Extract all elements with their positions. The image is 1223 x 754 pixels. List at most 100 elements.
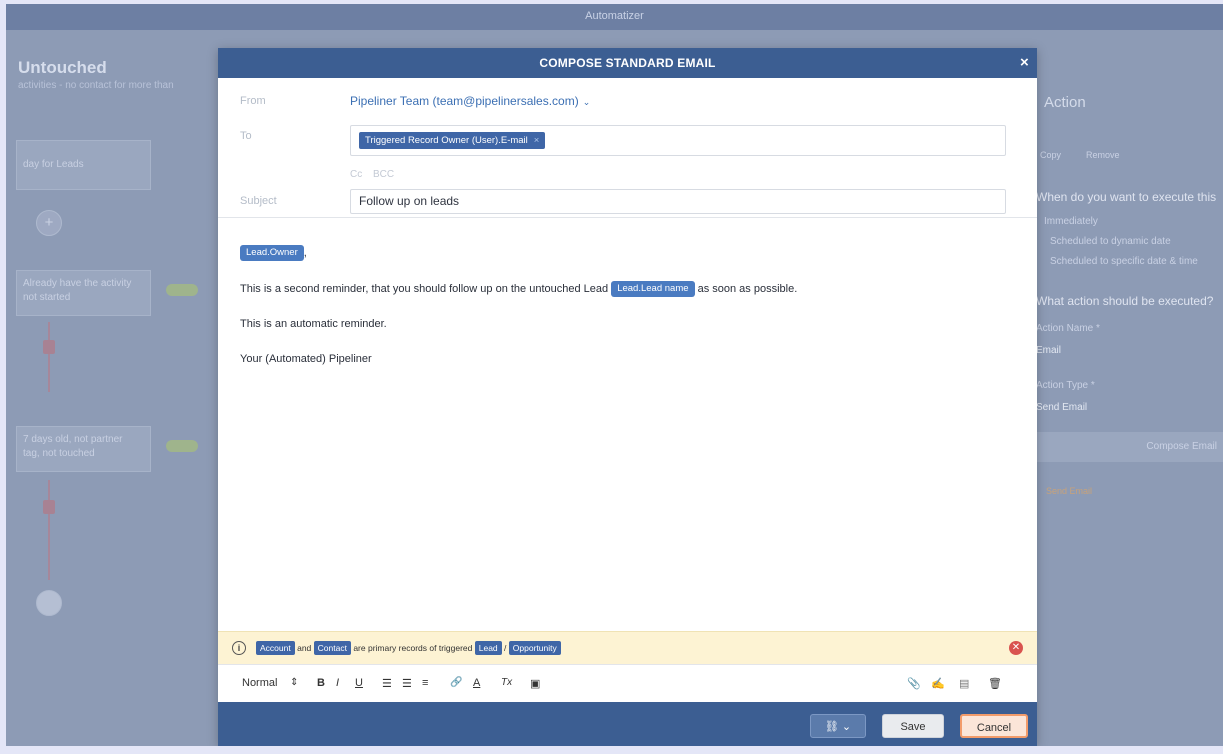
ordered-list-icon[interactable]: ☰: [382, 677, 392, 690]
cc-bcc-links: Cc BCC: [350, 169, 402, 180]
app-topbar: Automatizer: [6, 4, 1223, 30]
close-icon[interactable]: ×: [1020, 48, 1029, 78]
bg-opt2: Scheduled to dynamic date: [1050, 236, 1171, 247]
chevron-down-icon-footer: ⌄: [841, 721, 852, 733]
greeting-line: Lead.Owner,: [240, 245, 307, 261]
dialog-footer: ⛓ ⌄ Save Cancel: [218, 702, 1037, 746]
close-banner-icon[interactable]: ✕: [1009, 641, 1023, 655]
image-icon[interactable]: ▣: [530, 677, 540, 690]
bg-condition2-line1: 7 days old, not partner: [23, 434, 123, 445]
bg-compose-label: Compose Email: [1146, 441, 1217, 452]
format-select[interactable]: Normal: [242, 677, 277, 689]
bg-action-name-val: Email: [1036, 345, 1062, 356]
bg-compose-button: Compose Email: [1036, 432, 1223, 462]
background-workflow-panel: Untouched activities - no contact for mo…: [6, 30, 218, 746]
bg-connector-2: [48, 480, 50, 580]
lead-chip: Lead: [474, 641, 502, 655]
bg-remove: Remove: [1086, 150, 1120, 160]
bg-warning: Send Email: [1046, 486, 1093, 496]
greeting-punct: ,: [303, 246, 307, 259]
bg-opt3: Scheduled to specific date & time: [1050, 256, 1198, 267]
bg-when: When do you want to execute this: [1036, 190, 1217, 204]
screen-frame: Automatizer Untouched activities - no co…: [0, 0, 1223, 754]
from-value: Pipeliner Team (team@pipelinersales.com): [350, 94, 579, 108]
bg-condition-box: Already have the activity not started: [16, 270, 151, 316]
info-slash: /: [504, 643, 507, 653]
bg-yes-pill: [166, 284, 198, 296]
lead-name-chip[interactable]: Lead.Lead name: [611, 281, 695, 297]
save-button[interactable]: Save: [882, 714, 944, 738]
bg-condition2-line2: tag, not touched: [23, 448, 95, 459]
to-field[interactable]: Triggered Record Owner (User).E-mail ×: [350, 125, 1006, 156]
bg-condition-line1: Already have the activity: [23, 278, 132, 289]
underline-button[interactable]: U: [355, 677, 363, 689]
bg-end-icon: [36, 590, 62, 616]
bcc-link[interactable]: BCC: [373, 169, 394, 180]
bg-what: What action should be executed?: [1036, 294, 1214, 308]
link-chain-icon: ⛓: [824, 721, 839, 733]
recipient-label: Triggered Record Owner (User).E-mail: [365, 135, 528, 146]
bg-trigger-label: day for Leads: [23, 159, 84, 170]
bg-action-type-label: Action Type *: [1036, 380, 1095, 391]
bg-condition-line2: not started: [23, 292, 71, 303]
attach-icon[interactable]: 📎: [907, 677, 921, 690]
trash-icon[interactable]: 🗑: [988, 677, 1002, 690]
link-icon[interactable]: 🔗: [450, 677, 462, 688]
body-line-1: This is a second reminder, that you shou…: [240, 281, 797, 297]
to-label: To: [240, 130, 252, 142]
insert-link-menu-button[interactable]: ⛓ ⌄: [810, 714, 866, 738]
bg-yes-pill-2: [166, 440, 198, 452]
align-icon[interactable]: ≡: [422, 677, 428, 689]
signature-icon[interactable]: ✍: [931, 677, 945, 690]
template-icon[interactable]: ▤: [959, 677, 969, 690]
clear-format-icon[interactable]: Tx: [501, 677, 512, 688]
bg-page-subtitle: activities - no contact for more than: [18, 80, 174, 91]
bg-connector: [48, 322, 50, 392]
format-toolbar: Normal ⇕ B I U ☰ ☰ ≡ 🔗 A Tx ▣ 📎 ✍ ▤ 🗑: [218, 664, 1037, 702]
background-action-panel: Action Copy Remove When do you want to e…: [1036, 30, 1223, 746]
from-label: From: [240, 95, 266, 107]
bg-add-icon: +: [36, 210, 62, 236]
info-sentence: are primary records of triggered: [353, 643, 473, 653]
bg-action-name-label: Action Name *: [1036, 323, 1100, 334]
bg-condition-box-2: 7 days old, not partner tag, not touched: [16, 426, 151, 472]
bg-node: [43, 340, 55, 354]
app-title: Automatizer: [585, 10, 644, 22]
bg-node-2: [43, 500, 55, 514]
dialog-title: COMPOSE STANDARD EMAIL: [539, 56, 716, 70]
dialog-header: COMPOSE STANDARD EMAIL ×: [218, 48, 1037, 78]
format-arrows-icon[interactable]: ⇕: [290, 677, 298, 688]
chevron-down-icon: ⌄: [582, 97, 591, 107]
cancel-button[interactable]: Cancel: [960, 714, 1028, 738]
bold-button[interactable]: B: [317, 677, 325, 689]
bg-copy: Copy: [1040, 150, 1062, 160]
body-line-2: This is an automatic reminder.: [240, 318, 387, 330]
bg-trigger-box: day for Leads: [16, 140, 151, 190]
recipient-chip[interactable]: Triggered Record Owner (User).E-mail ×: [359, 132, 546, 149]
email-header-fields: From Pipeliner Team (team@pipelinersales…: [218, 78, 1037, 218]
bg-page-title: Untouched: [18, 58, 107, 77]
compose-email-dialog: COMPOSE STANDARD EMAIL × From Pipeliner …: [218, 48, 1037, 746]
contact-chip: Contact: [313, 641, 351, 655]
info-banner: i Account and Contact are primary record…: [218, 631, 1037, 664]
bg-action-type-val: Send Email: [1036, 402, 1088, 413]
bg-opt1: Immediately: [1044, 216, 1098, 227]
info-and: and: [297, 643, 312, 653]
subject-label: Subject: [240, 195, 277, 207]
from-select[interactable]: Pipeliner Team (team@pipelinersales.com)…: [350, 94, 590, 108]
body-line-3: Your (Automated) Pipeliner: [240, 353, 372, 365]
subject-field[interactable]: Follow up on leads: [350, 189, 1006, 214]
body-line-1-b: as soon as possible.: [697, 282, 798, 295]
bg-action-title: Action: [1044, 94, 1086, 111]
email-body-editor[interactable]: Lead.Owner, This is a second reminder, t…: [218, 219, 1037, 631]
lead-owner-chip[interactable]: Lead.Owner: [240, 245, 304, 261]
account-chip: Account: [256, 641, 295, 655]
opportunity-chip: Opportunity: [508, 641, 561, 655]
bullet-list-icon[interactable]: ☰: [402, 677, 412, 690]
italic-button[interactable]: I: [336, 677, 339, 689]
cc-link[interactable]: Cc: [350, 169, 362, 180]
info-icon: i: [232, 641, 246, 655]
text-color-icon[interactable]: A: [473, 677, 480, 689]
remove-recipient-icon[interactable]: ×: [534, 135, 540, 146]
info-text: Account and Contact are primary records …: [256, 641, 561, 655]
